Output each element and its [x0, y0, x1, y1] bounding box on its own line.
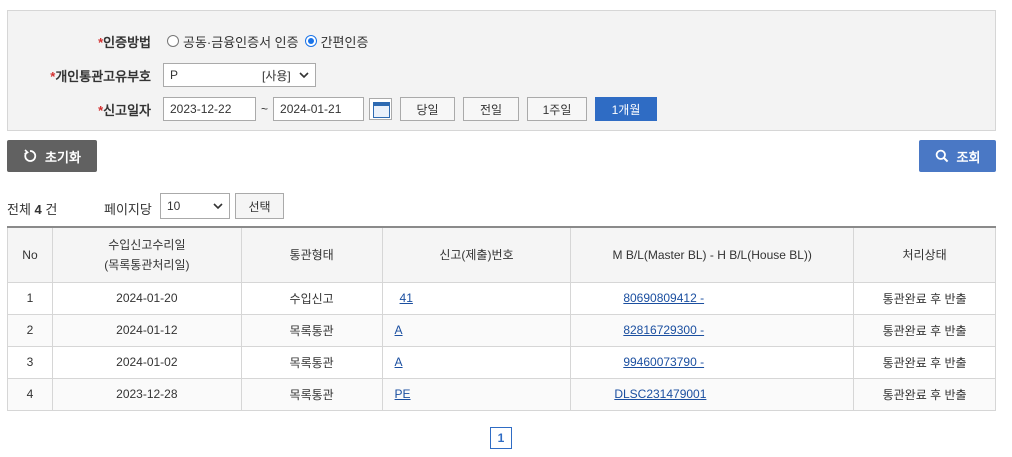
table-row: 4 2023-12-28 목록통관 PE DLSC231479001 통관완료 … — [7, 377, 996, 411]
calendar-icon[interactable] — [369, 98, 393, 120]
report-date-field: 2023-12-22 ~ 2024-01-21 당일 전일 1주일 1개월 — [163, 97, 658, 121]
report-number-link[interactable]: A — [395, 323, 403, 337]
radio-simple-auth-label: 간편인증 — [320, 34, 369, 50]
radio-simple-auth[interactable]: 간편인증 — [304, 32, 369, 51]
table-header-row: No 수입신고수리일 (목록통관처리일) 통관형태 신고(제출)번호 M B/L(… — [7, 226, 996, 283]
period-month-button[interactable]: 1개월 — [595, 97, 658, 121]
cell-report-number: 41 — [381, 281, 572, 315]
report-number-link[interactable]: PE — [395, 387, 411, 401]
search-icon — [935, 149, 948, 163]
reset-button[interactable]: 초기화 — [7, 140, 97, 172]
radio-certificate-dot[interactable] — [167, 35, 179, 47]
bl-number-link[interactable]: 80690809412 - — [623, 291, 704, 305]
customs-code-status: [사용] — [262, 68, 291, 83]
auth-method-options: 공동·금융인증서 인증 간편인증 — [167, 32, 374, 51]
header-bl-number: M B/L(Master BL) - H B/L(House BL)) — [570, 226, 855, 283]
radio-simple-auth-dot[interactable] — [304, 35, 317, 47]
cell-no: 4 — [7, 377, 53, 411]
cell-bl-number: DLSC231479001 — [570, 377, 855, 411]
chevron-down-icon — [299, 72, 309, 79]
radio-certificate-label: 공동·금융인증서 인증 — [183, 34, 299, 50]
report-number-link[interactable]: 41 — [400, 291, 413, 305]
cell-type: 목록통관 — [240, 377, 383, 411]
per-page-select[interactable]: 10 — [160, 193, 230, 219]
table-row: 3 2024-01-02 목록통관 A 99460073790 - 통관완료 후… — [7, 345, 996, 379]
header-no: No — [7, 226, 53, 283]
total-count: 전체 4 건 — [7, 202, 58, 217]
cell-no: 2 — [7, 313, 53, 347]
pagination-page-1[interactable]: 1 — [490, 427, 512, 449]
bl-number-link[interactable]: 82816729300 - — [623, 323, 704, 337]
cell-bl-number: 99460073790 - — [570, 345, 855, 379]
period-today-button[interactable]: 당일 — [400, 97, 456, 121]
auth-method-label: *인증방법 — [98, 34, 151, 50]
per-page-label: 페이지당 — [104, 202, 152, 217]
cell-status: 통관완료 후 반출 — [853, 345, 996, 379]
customs-code-label: *개인통관고유부호 — [50, 68, 151, 84]
period-week-button[interactable]: 1주일 — [527, 97, 588, 121]
search-button[interactable]: 조회 — [919, 140, 996, 172]
bl-number-link[interactable]: 99460073790 - — [623, 355, 704, 369]
cell-no: 1 — [7, 281, 53, 315]
cell-date: 2024-01-12 — [51, 313, 242, 347]
per-page-value: 10 — [167, 199, 181, 213]
radio-certificate[interactable]: 공동·금융인증서 인증 — [167, 32, 299, 51]
cell-type: 목록통관 — [240, 345, 383, 379]
customs-code-value: P — [170, 68, 179, 82]
customs-code-field: P [사용] — [163, 63, 316, 87]
customs-code-select[interactable]: P [사용] — [163, 63, 316, 87]
cell-bl-number: 80690809412 - — [570, 281, 855, 315]
report-date-label: *신고일자 — [98, 102, 151, 118]
reset-button-label: 초기화 — [45, 149, 81, 165]
header-clearance-type: 통관형태 — [240, 226, 383, 283]
header-report-number: 신고(제출)번호 — [381, 226, 572, 283]
cell-status: 통관완료 후 반출 — [853, 377, 996, 411]
cell-date: 2024-01-02 — [51, 345, 242, 379]
search-panel: *인증방법 공동·금융인증서 인증 간편인증 *개인통관고유부호 P [사용] … — [7, 10, 996, 131]
cell-no: 3 — [7, 345, 53, 379]
report-number-link[interactable]: A — [395, 355, 403, 369]
cell-report-number: A — [381, 345, 572, 379]
bl-number-link[interactable]: DLSC231479001 — [614, 387, 706, 401]
customs-result-table: No 수입신고수리일 (목록통관처리일) 통관형태 신고(제출)번호 M B/L(… — [7, 226, 996, 411]
cell-report-number: PE — [381, 377, 572, 411]
auth-method-row: *인증방법 공동·금융인증서 인증 간편인증 — [8, 28, 995, 54]
date-from-input[interactable]: 2023-12-22 — [163, 97, 256, 121]
cell-date: 2023-12-28 — [51, 377, 242, 411]
date-to-input[interactable]: 2024-01-21 — [273, 97, 365, 121]
refresh-icon — [24, 149, 37, 162]
cell-status: 통관완료 후 반출 — [853, 281, 996, 315]
cell-type: 수입신고 — [240, 281, 383, 315]
table-row: 2 2024-01-12 목록통관 A 82816729300 - 통관완료 후… — [7, 313, 996, 347]
cell-report-number: A — [381, 313, 572, 347]
chevron-down-icon — [213, 203, 223, 210]
cell-date: 2024-01-20 — [51, 281, 242, 315]
report-date-row: *신고일자 2023-12-22 ~ 2024-01-21 당일 전일 1주일 … — [8, 96, 995, 122]
choose-button[interactable]: 선택 — [235, 193, 284, 219]
header-accept-date: 수입신고수리일 (목록통관처리일) — [51, 226, 242, 283]
customs-code-row: *개인통관고유부호 P [사용] — [8, 62, 995, 88]
date-separator: ~ — [261, 102, 269, 116]
cell-type: 목록통관 — [240, 313, 383, 347]
cell-status: 통관완료 후 반출 — [853, 313, 996, 347]
period-yesterday-button[interactable]: 전일 — [463, 97, 520, 121]
search-button-label: 조회 — [956, 149, 981, 165]
cell-bl-number: 82816729300 - — [570, 313, 855, 347]
table-row: 1 2024-01-20 수입신고 41 80690809412 - 통관완료 … — [7, 281, 996, 315]
header-status: 처리상태 — [853, 226, 996, 283]
